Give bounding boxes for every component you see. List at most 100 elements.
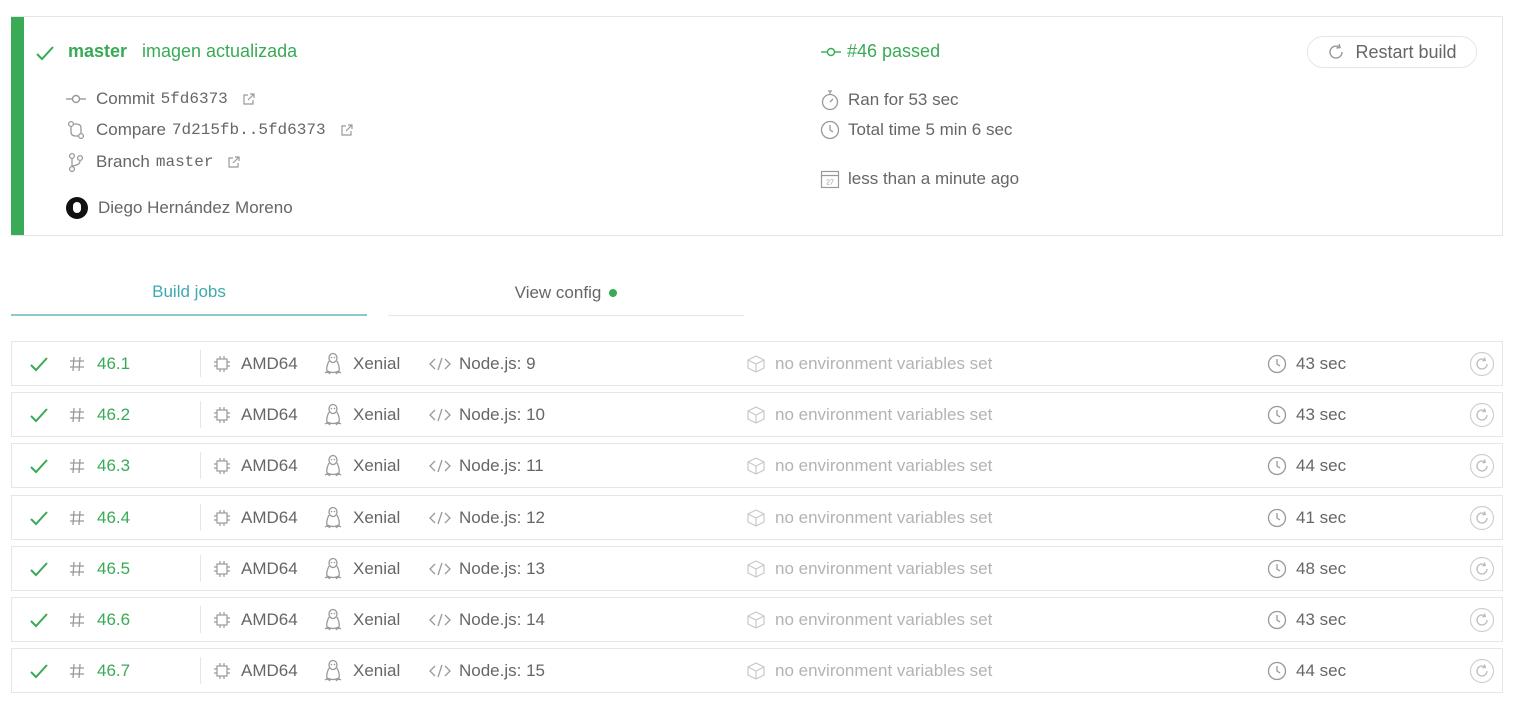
- job-row[interactable]: 46.7 AMD64 Xenial Node.js: 15 no environ…: [11, 648, 1503, 693]
- env-box-icon: [746, 342, 766, 385]
- job-os: Xenial: [353, 609, 401, 629]
- job-language: Node.js: 13: [459, 558, 545, 578]
- compare-row: Compare 7d215fb..5fd6373: [66, 120, 354, 140]
- job-env: no environment variables set: [775, 660, 993, 680]
- job-arch: AMD64: [241, 609, 298, 629]
- compare-link[interactable]: 7d215fb..5fd6373: [172, 121, 326, 139]
- hash-icon: [68, 598, 86, 641]
- job-os: Xenial: [353, 558, 401, 578]
- job-arch: AMD64: [241, 404, 298, 424]
- job-arch: AMD64: [241, 455, 298, 475]
- total-time-row: Total time 5 min 6 sec: [820, 120, 1012, 140]
- branch-value-link[interactable]: master: [156, 153, 214, 171]
- build-number-status: #46 passed: [847, 41, 941, 61]
- external-link-icon[interactable]: [242, 92, 256, 106]
- clock-icon: [820, 120, 840, 140]
- passed-check-icon: [35, 43, 55, 63]
- job-arch: AMD64: [241, 353, 298, 373]
- hash-icon: [68, 444, 86, 487]
- commit-label: Commit: [96, 89, 155, 108]
- env-box-icon: [746, 393, 766, 436]
- job-number-link[interactable]: 46.4: [97, 496, 130, 539]
- job-number-link[interactable]: 46.3: [97, 444, 130, 487]
- job-os: Xenial: [353, 507, 401, 527]
- branch-icon: [66, 152, 86, 172]
- build-tabs: Build jobs View config: [11, 270, 744, 316]
- duration-clock-icon: [1267, 393, 1287, 436]
- restart-build-label: Restart build: [1355, 41, 1457, 62]
- job-arch: AMD64: [241, 558, 298, 578]
- job-os: Xenial: [353, 660, 401, 680]
- restart-job-icon[interactable]: [1469, 342, 1495, 385]
- svg-text:27: 27: [826, 180, 834, 187]
- commit-sha-link[interactable]: 5fd6373: [161, 90, 228, 108]
- tab-build-jobs[interactable]: Build jobs: [11, 270, 367, 316]
- job-row[interactable]: 46.4 AMD64 Xenial Node.js: 12 no environ…: [11, 495, 1503, 540]
- restart-build-button[interactable]: Restart build: [1307, 36, 1477, 68]
- job-row[interactable]: 46.6 AMD64 Xenial Node.js: 14 no environ…: [11, 597, 1503, 642]
- duration-clock-icon: [1267, 649, 1287, 692]
- restart-job-icon[interactable]: [1469, 496, 1495, 539]
- cpu-icon: [213, 649, 231, 692]
- linux-icon: [323, 342, 343, 385]
- env-box-icon: [746, 444, 766, 487]
- env-box-icon: [746, 496, 766, 539]
- restart-job-icon[interactable]: [1469, 547, 1495, 590]
- code-icon: [429, 598, 451, 641]
- job-number-link[interactable]: 46.7: [97, 649, 130, 692]
- external-link-icon[interactable]: [340, 123, 354, 137]
- job-env: no environment variables set: [775, 558, 993, 578]
- job-passed-check-icon: [29, 598, 49, 641]
- job-row[interactable]: 46.1 AMD64 Xenial Node.js: 9 no environm…: [11, 341, 1503, 386]
- avatar: [66, 197, 88, 219]
- author: Diego Hernández Moreno: [66, 197, 293, 219]
- build-number-link[interactable]: #46 passed: [821, 41, 940, 62]
- restart-job-icon[interactable]: [1469, 393, 1495, 436]
- job-language: Node.js: 10: [459, 404, 545, 424]
- cpu-icon: [213, 496, 231, 539]
- code-icon: [429, 342, 451, 385]
- status-stripe: [11, 17, 24, 235]
- job-env: no environment variables set: [775, 455, 993, 475]
- job-env: no environment variables set: [775, 609, 993, 629]
- commit-icon: [66, 89, 86, 109]
- job-env: no environment variables set: [775, 507, 993, 527]
- job-env: no environment variables set: [775, 353, 993, 373]
- branch-label: Branch: [96, 152, 150, 171]
- divider: [200, 401, 201, 428]
- tab-view-config[interactable]: View config: [388, 270, 744, 316]
- cpu-icon: [213, 444, 231, 487]
- author-name: Diego Hernández Moreno: [98, 198, 293, 217]
- divider: [200, 555, 201, 582]
- job-number-link[interactable]: 46.2: [97, 393, 130, 436]
- job-language: Node.js: 15: [459, 660, 545, 680]
- divider: [200, 504, 201, 531]
- job-number-link[interactable]: 46.5: [97, 547, 130, 590]
- job-language: Node.js: 12: [459, 507, 545, 527]
- commit-message[interactable]: imagen actualizada: [142, 41, 297, 62]
- job-duration: 43 sec: [1296, 404, 1347, 424]
- duration-clock-icon: [1267, 547, 1287, 590]
- restart-job-icon[interactable]: [1469, 444, 1495, 487]
- restart-job-icon[interactable]: [1469, 649, 1495, 692]
- hash-icon: [68, 649, 86, 692]
- external-link-icon[interactable]: [227, 155, 241, 169]
- hash-icon: [68, 342, 86, 385]
- job-number-link[interactable]: 46.6: [97, 598, 130, 641]
- duration-clock-icon: [1267, 496, 1287, 539]
- hash-icon: [68, 547, 86, 590]
- job-passed-check-icon: [29, 342, 49, 385]
- branch-link[interactable]: master: [68, 41, 127, 62]
- build-commit-icon: [821, 46, 841, 58]
- hash-icon: [68, 393, 86, 436]
- code-icon: [429, 649, 451, 692]
- job-number-link[interactable]: 46.1: [97, 342, 130, 385]
- compare-icon: [66, 120, 86, 140]
- job-row[interactable]: 46.3 AMD64 Xenial Node.js: 11 no environ…: [11, 443, 1503, 488]
- job-row[interactable]: 46.5 AMD64 Xenial Node.js: 13 no environ…: [11, 546, 1503, 591]
- job-row[interactable]: 46.2 AMD64 Xenial Node.js: 10 no environ…: [11, 392, 1503, 437]
- config-status-dot: [609, 288, 618, 297]
- restart-job-icon[interactable]: [1469, 598, 1495, 641]
- linux-icon: [323, 444, 343, 487]
- job-duration: 43 sec: [1296, 609, 1347, 629]
